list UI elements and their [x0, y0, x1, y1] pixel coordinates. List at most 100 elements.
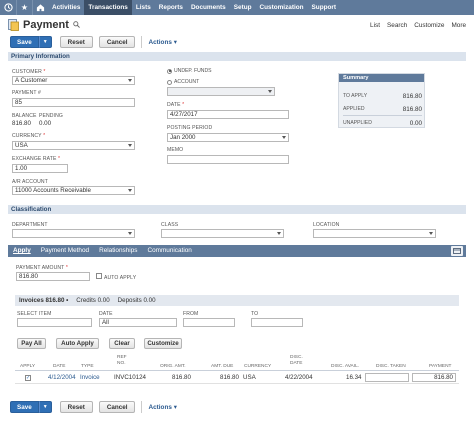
- location-select[interactable]: [313, 229, 436, 238]
- ar-account-select[interactable]: 11000 Accounts Receivable: [12, 186, 135, 195]
- actions-menu[interactable]: Actions ▾: [148, 38, 176, 46]
- payment-amount-input[interactable]: 816.80: [16, 272, 90, 281]
- tab-credits[interactable]: Credits 0.00: [72, 297, 113, 304]
- nav-customization[interactable]: Customization: [256, 0, 308, 15]
- auto-apply-checkbox[interactable]: [96, 273, 102, 279]
- account-select[interactable]: [167, 87, 275, 96]
- save-button-bottom[interactable]: Save: [10, 401, 39, 413]
- pending-value: 0.00: [39, 120, 52, 127]
- filter-to-label: TO: [251, 311, 259, 317]
- tab-relationships[interactable]: Relationships: [94, 245, 142, 257]
- invoices-table-header: APPLY DATE TYPE REF NO. ORIG. AMT. AMT. …: [15, 353, 459, 371]
- col-orig-amt: ORIG. AMT.: [160, 364, 186, 369]
- primary-information-section[interactable]: Primary Information: [8, 52, 466, 61]
- balance-label: BALANCE: [12, 113, 37, 119]
- payment-number-input[interactable]: 85: [12, 98, 135, 107]
- save-options-caret-bottom[interactable]: ▼: [38, 401, 52, 413]
- cell-ref-no: INVC10124: [114, 374, 146, 381]
- customize-link[interactable]: Customize: [414, 22, 444, 29]
- department-label: DEPARTMENT: [12, 222, 48, 228]
- ar-account-label: A/R ACCOUNT: [12, 179, 48, 185]
- nav-support[interactable]: Support: [308, 0, 341, 15]
- save-options-caret[interactable]: ▼: [38, 36, 52, 48]
- customer-select[interactable]: A Customer: [12, 76, 135, 85]
- cell-disc-date: 4/22/2004: [285, 374, 313, 381]
- tab-payment-method[interactable]: Payment Method: [36, 245, 94, 257]
- toolbar-divider: [141, 36, 143, 48]
- posting-period-select[interactable]: Jan 2000: [167, 133, 289, 142]
- cancel-button-bottom[interactable]: Cancel: [98, 401, 136, 413]
- col-currency: CURRENCY: [244, 364, 272, 369]
- favorites-star-icon[interactable]: ★: [16, 0, 32, 15]
- list-link[interactable]: List: [370, 22, 380, 29]
- filter-from-input[interactable]: [183, 318, 235, 327]
- search-icon[interactable]: [73, 20, 80, 30]
- nav-activities[interactable]: Activities: [48, 0, 84, 15]
- reset-button[interactable]: Reset: [59, 36, 93, 48]
- filter-date-input[interactable]: All: [99, 318, 177, 327]
- table-row: ✓ 4/12/2004 Invoice INVC10124 816.80 816…: [15, 372, 459, 384]
- pay-all-button[interactable]: Pay All: [17, 338, 46, 349]
- clear-button[interactable]: Clear: [109, 338, 135, 349]
- nav-reports[interactable]: Reports: [155, 0, 187, 15]
- summary-unapplied: UNAPPLIED 0.00: [343, 120, 422, 127]
- tab-apply[interactable]: Apply: [8, 245, 36, 257]
- summary-applied: APPLIED 816.80: [343, 106, 422, 113]
- nav-transactions[interactable]: Transactions: [84, 0, 132, 15]
- payment-amount-label: PAYMENT AMOUNT *: [16, 265, 68, 271]
- undep-funds-radio[interactable]: UNDEP. FUNDS: [167, 68, 212, 74]
- auto-apply-label: AUTO APPLY: [104, 275, 137, 281]
- cell-date[interactable]: 4/12/2004: [48, 374, 76, 381]
- balance-value: 816.80: [12, 120, 31, 127]
- customer-label: CUSTOMER *: [12, 69, 46, 75]
- toolbar-divider-bottom: [141, 401, 143, 413]
- search-link[interactable]: Search: [387, 22, 407, 29]
- customize-button[interactable]: Customize: [144, 338, 182, 349]
- pending-label: PENDING: [39, 113, 63, 119]
- col-disc-avail: DISC. AVAIL.: [331, 364, 360, 369]
- col-ref-no: REF NO.: [117, 355, 127, 366]
- payment-number-label: PAYMENT #: [12, 90, 41, 96]
- home-icon[interactable]: [32, 0, 48, 15]
- more-link[interactable]: More: [451, 22, 466, 29]
- reset-button-bottom[interactable]: Reset: [59, 401, 93, 413]
- payment-input[interactable]: 816.80: [412, 373, 456, 382]
- cell-orig-amt: 816.80: [172, 374, 191, 381]
- disc-taken-input[interactable]: [365, 373, 409, 382]
- save-button[interactable]: Save: [10, 36, 39, 48]
- filter-to-input[interactable]: [251, 318, 303, 327]
- top-toolbar: Save ▼ Reset Cancel Actions ▾: [10, 36, 177, 48]
- page-header: Payment List Search Customize More: [8, 18, 466, 32]
- expand-view-icon[interactable]: [451, 246, 463, 256]
- actions-menu-bottom[interactable]: Actions ▾: [148, 403, 176, 411]
- classification-section[interactable]: Classification: [8, 205, 466, 214]
- apply-subtab-bar: Invoices 816.80 • Credits 0.00 Deposits …: [15, 295, 459, 306]
- location-label: LOCATION: [313, 222, 340, 228]
- payment-record-icon: [8, 19, 19, 31]
- department-select[interactable]: [12, 229, 135, 238]
- auto-apply-button[interactable]: Auto Apply: [56, 338, 99, 349]
- currency-select[interactable]: USA: [12, 141, 135, 150]
- tab-communication[interactable]: Communication: [142, 245, 196, 257]
- tab-deposits[interactable]: Deposits 0.00: [114, 297, 160, 304]
- cell-amt-due: 816.80: [220, 374, 239, 381]
- nav-lists[interactable]: Lists: [132, 0, 155, 15]
- nav-documents[interactable]: Documents: [187, 0, 230, 15]
- class-label: CLASS: [161, 222, 179, 228]
- col-payment: PAYMENT: [429, 364, 452, 369]
- memo-input[interactable]: [167, 155, 289, 164]
- apply-checkbox[interactable]: ✓: [25, 375, 31, 381]
- col-date: DATE: [53, 364, 66, 369]
- recent-records-icon[interactable]: [0, 0, 16, 15]
- select-item-label: SELECT ITEM: [17, 311, 52, 317]
- date-input[interactable]: 4/27/2017: [167, 110, 289, 119]
- exchange-rate-input[interactable]: 1.00: [12, 164, 68, 173]
- cancel-button[interactable]: Cancel: [98, 36, 136, 48]
- tab-invoices[interactable]: Invoices 816.80 •: [15, 297, 72, 304]
- class-select[interactable]: [161, 229, 284, 238]
- select-item-input[interactable]: [17, 318, 92, 327]
- account-radio[interactable]: ACCOUNT: [167, 79, 199, 85]
- page-title: Payment: [23, 19, 69, 31]
- cell-type[interactable]: Invoice: [80, 374, 100, 381]
- nav-setup[interactable]: Setup: [230, 0, 256, 15]
